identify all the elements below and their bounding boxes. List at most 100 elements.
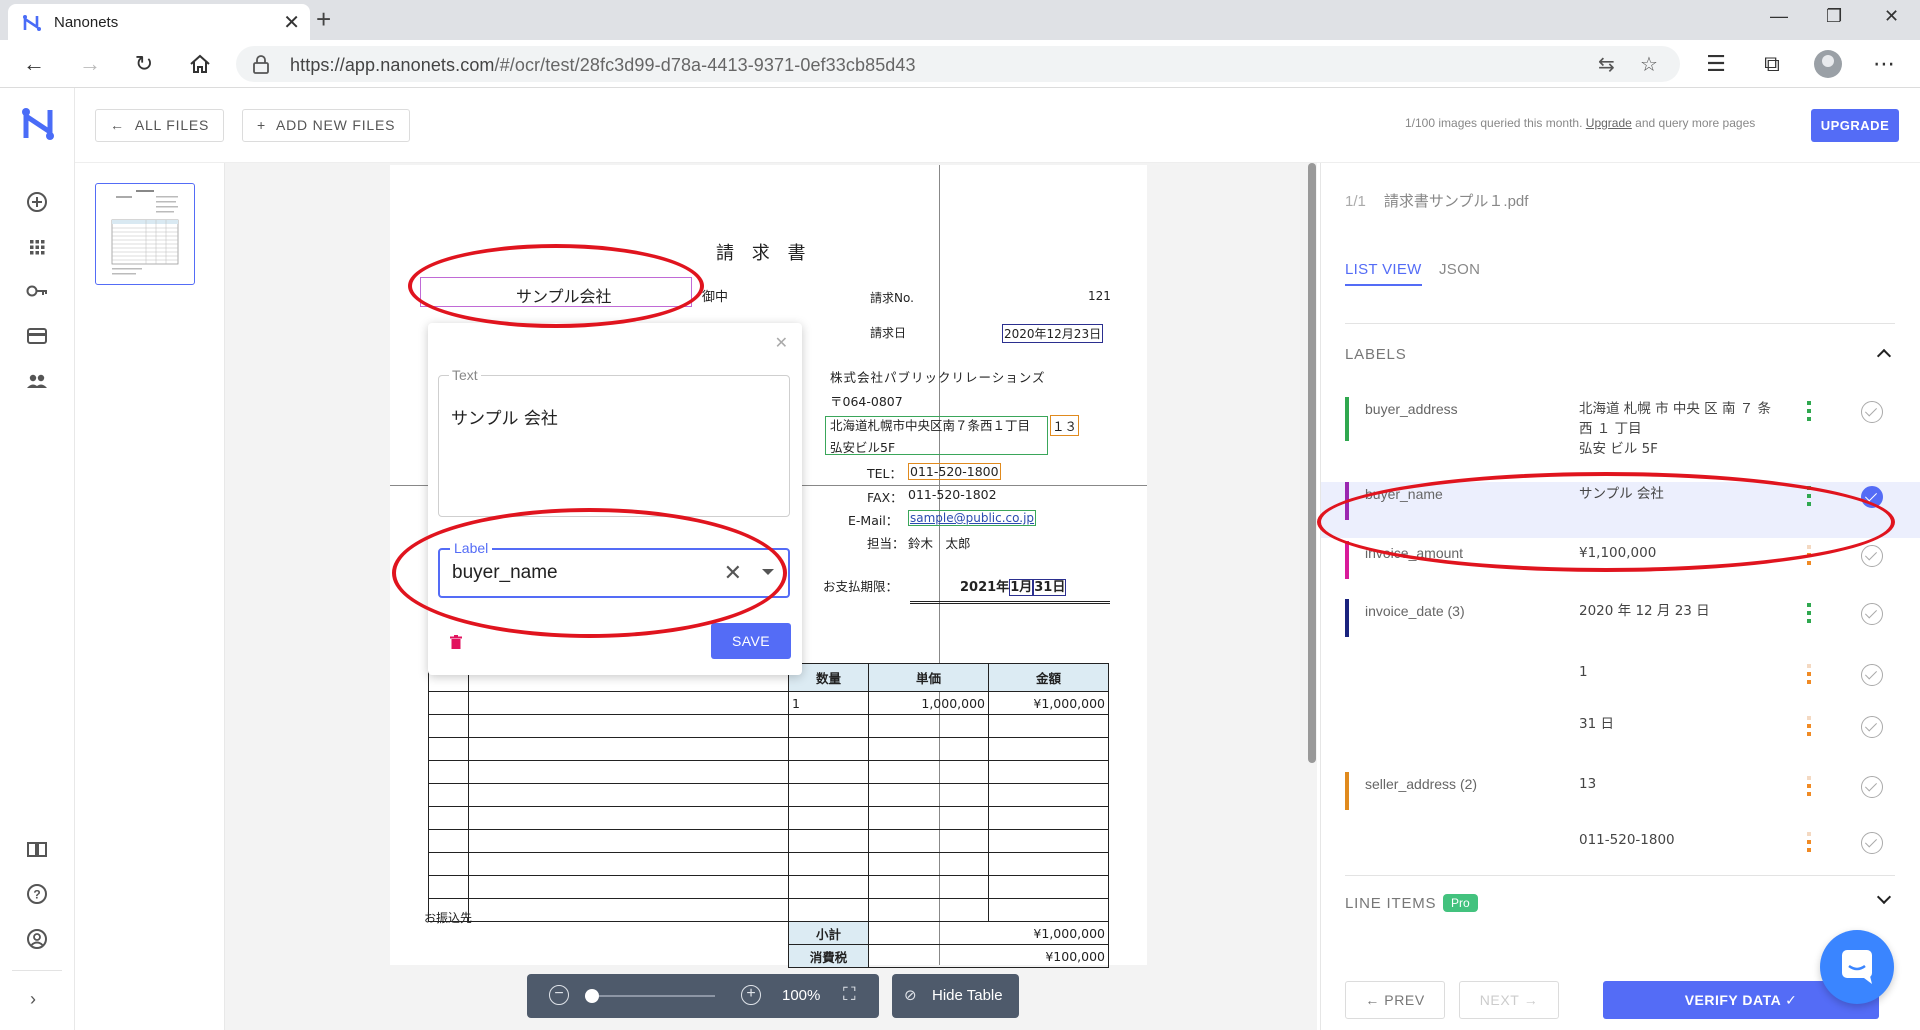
quota-upgrade-link[interactable]: Upgrade: [1586, 116, 1632, 130]
minimize-icon[interactable]: —: [1770, 6, 1788, 27]
nanonets-brand-icon[interactable]: [20, 104, 56, 144]
due-month[interactable]: 1月: [1009, 579, 1034, 596]
collections-icon[interactable]: ⧉: [1758, 50, 1786, 78]
label-row[interactable]: buyer_name サンプル 会社: [1321, 482, 1920, 538]
due-day[interactable]: 31日: [1033, 579, 1067, 596]
browser-tab[interactable]: Nanonets ✕: [8, 4, 310, 40]
account-circle-icon[interactable]: [24, 926, 50, 952]
drag-handle-icon[interactable]: [1807, 776, 1811, 800]
verify-check-icon[interactable]: [1861, 545, 1883, 567]
tel-label: TEL：: [867, 466, 902, 481]
invoice-title: 請 求 書: [716, 243, 812, 264]
verify-check-icon[interactable]: [1861, 832, 1883, 854]
new-tab-icon[interactable]: +: [316, 4, 331, 35]
favorites-list-icon[interactable]: ☰: [1702, 50, 1730, 78]
table-row: [428, 737, 1109, 761]
more-menu-icon[interactable]: ⋯: [1870, 50, 1898, 78]
chat-support-button[interactable]: [1820, 930, 1894, 1004]
back-icon[interactable]: ←: [20, 50, 48, 78]
hide-table-button[interactable]: ⊘ Hide Table: [892, 974, 1019, 1018]
seller-address-line2: 弘安ビル5F: [830, 440, 896, 455]
key-icon[interactable]: [24, 278, 50, 304]
text-field[interactable]: Text サンプル 会社: [438, 367, 790, 517]
all-files-button[interactable]: ← ALL FILES: [95, 109, 225, 142]
label-value[interactable]: 13: [1579, 774, 1596, 794]
label-row[interactable]: 011-520-1800: [1321, 828, 1920, 868]
seller-company: 株式会社パブリックリレーションズ: [830, 370, 1046, 385]
invoice-date-value[interactable]: 2020年12月23日: [1002, 324, 1104, 343]
next-button[interactable]: NEXT →: [1459, 981, 1559, 1019]
help-icon[interactable]: ?: [24, 881, 50, 907]
drag-handle-icon[interactable]: [1807, 401, 1811, 425]
expand-sidebar-icon[interactable]: ›: [30, 989, 36, 1010]
profile-avatar[interactable]: [1814, 50, 1842, 78]
url-field[interactable]: https://app.nanonets.com/#/ocr/test/28fc…: [236, 46, 1680, 82]
label-name: seller_address (2): [1365, 776, 1478, 792]
verify-check-icon[interactable]: [1861, 401, 1883, 423]
label-value[interactable]: 1: [1579, 662, 1588, 682]
verify-check-icon[interactable]: [1861, 716, 1883, 738]
seller-address-number[interactable]: １３: [1050, 415, 1080, 436]
label-row[interactable]: invoice_date (3) 2020 年 12 月 23 日: [1321, 599, 1920, 655]
forward-icon[interactable]: →: [76, 50, 104, 78]
window-close-icon[interactable]: ✕: [1884, 6, 1899, 27]
maximize-icon[interactable]: ❐: [1826, 6, 1842, 27]
label-value[interactable]: ¥1,100,000: [1579, 543, 1656, 563]
verify-check-icon[interactable]: [1861, 603, 1883, 625]
prev-button[interactable]: ← PREV: [1345, 981, 1445, 1019]
popup-close-icon[interactable]: ✕: [775, 333, 788, 353]
delete-trash-icon[interactable]: [450, 635, 462, 649]
drag-handle-icon[interactable]: [1807, 603, 1811, 627]
label-value[interactable]: サンプル 会社: [1579, 484, 1664, 504]
label-select[interactable]: Label buyer_name ✕: [438, 540, 790, 598]
table-header-amount: 金額: [988, 663, 1109, 692]
drag-handle-icon[interactable]: [1807, 832, 1811, 856]
drag-handle-icon[interactable]: [1807, 664, 1811, 688]
email-value[interactable]: sample@public.co.jp: [908, 510, 1037, 526]
docs-book-icon[interactable]: [24, 836, 50, 862]
verify-check-icon[interactable]: [1861, 664, 1883, 686]
label-row[interactable]: invoice_amount ¥1,100,000: [1321, 541, 1920, 597]
save-button[interactable]: SAVE: [711, 623, 791, 659]
page-thumbnail[interactable]: [95, 183, 195, 285]
favorite-star-icon[interactable]: ☆: [1640, 52, 1658, 77]
label-value[interactable]: 011-520-1800: [1579, 830, 1675, 850]
verify-check-icon[interactable]: [1861, 486, 1883, 508]
collapse-labels-icon[interactable]: [1876, 348, 1892, 364]
verify-check-icon[interactable]: [1861, 776, 1883, 798]
label-value[interactable]: 北海道 札幌 市 中央 区 南 ７ 条西 １ 丁目 弘安 ビル 5F: [1579, 399, 1771, 459]
viewer-scrollbar[interactable]: [1308, 163, 1316, 763]
translate-icon[interactable]: ⇆: [1598, 52, 1615, 77]
team-icon[interactable]: [24, 368, 50, 394]
buyer-name-text[interactable]: サンプル会社: [516, 283, 612, 307]
add-circle-icon[interactable]: [24, 189, 50, 215]
label-row[interactable]: seller_address (2) 13: [1321, 772, 1920, 828]
dropdown-arrow-icon[interactable]: [762, 569, 774, 575]
label-row[interactable]: 31 日: [1321, 712, 1920, 762]
label-row[interactable]: 1: [1321, 660, 1920, 710]
reload-icon[interactable]: ↻: [130, 50, 158, 78]
drag-handle-icon[interactable]: [1807, 486, 1811, 510]
zoom-slider-knob[interactable]: [585, 989, 599, 1003]
label-value[interactable]: 31 日: [1579, 714, 1614, 734]
home-icon[interactable]: [186, 50, 214, 78]
upgrade-button[interactable]: UPGRADE: [1811, 109, 1899, 142]
expand-line-items-icon[interactable]: [1876, 889, 1892, 905]
zoom-slider-track[interactable]: [585, 995, 715, 997]
apps-grid-icon[interactable]: [24, 234, 50, 260]
fit-screen-icon[interactable]: ⛶: [843, 984, 856, 1005]
tab-close-icon[interactable]: ✕: [283, 10, 300, 35]
clear-label-icon[interactable]: ✕: [724, 560, 742, 586]
drag-handle-icon[interactable]: [1807, 716, 1811, 740]
drag-handle-icon[interactable]: [1807, 545, 1811, 569]
credit-card-icon[interactable]: [24, 323, 50, 349]
zoom-in-icon[interactable]: +: [741, 985, 761, 1005]
add-new-files-button[interactable]: + ADD NEW FILES: [242, 109, 411, 142]
tab-list-view[interactable]: LIST VIEW: [1345, 261, 1422, 286]
tab-json[interactable]: JSON: [1439, 261, 1480, 278]
add-new-files-label: ADD NEW FILES: [275, 117, 396, 133]
zoom-out-icon[interactable]: −: [549, 985, 569, 1005]
label-row[interactable]: buyer_address 北海道 札幌 市 中央 区 南 ７ 条西 １ 丁目 弘安…: [1321, 397, 1920, 479]
tel-value[interactable]: 011-520-1800: [908, 463, 1001, 480]
label-value[interactable]: 2020 年 12 月 23 日: [1579, 601, 1710, 621]
